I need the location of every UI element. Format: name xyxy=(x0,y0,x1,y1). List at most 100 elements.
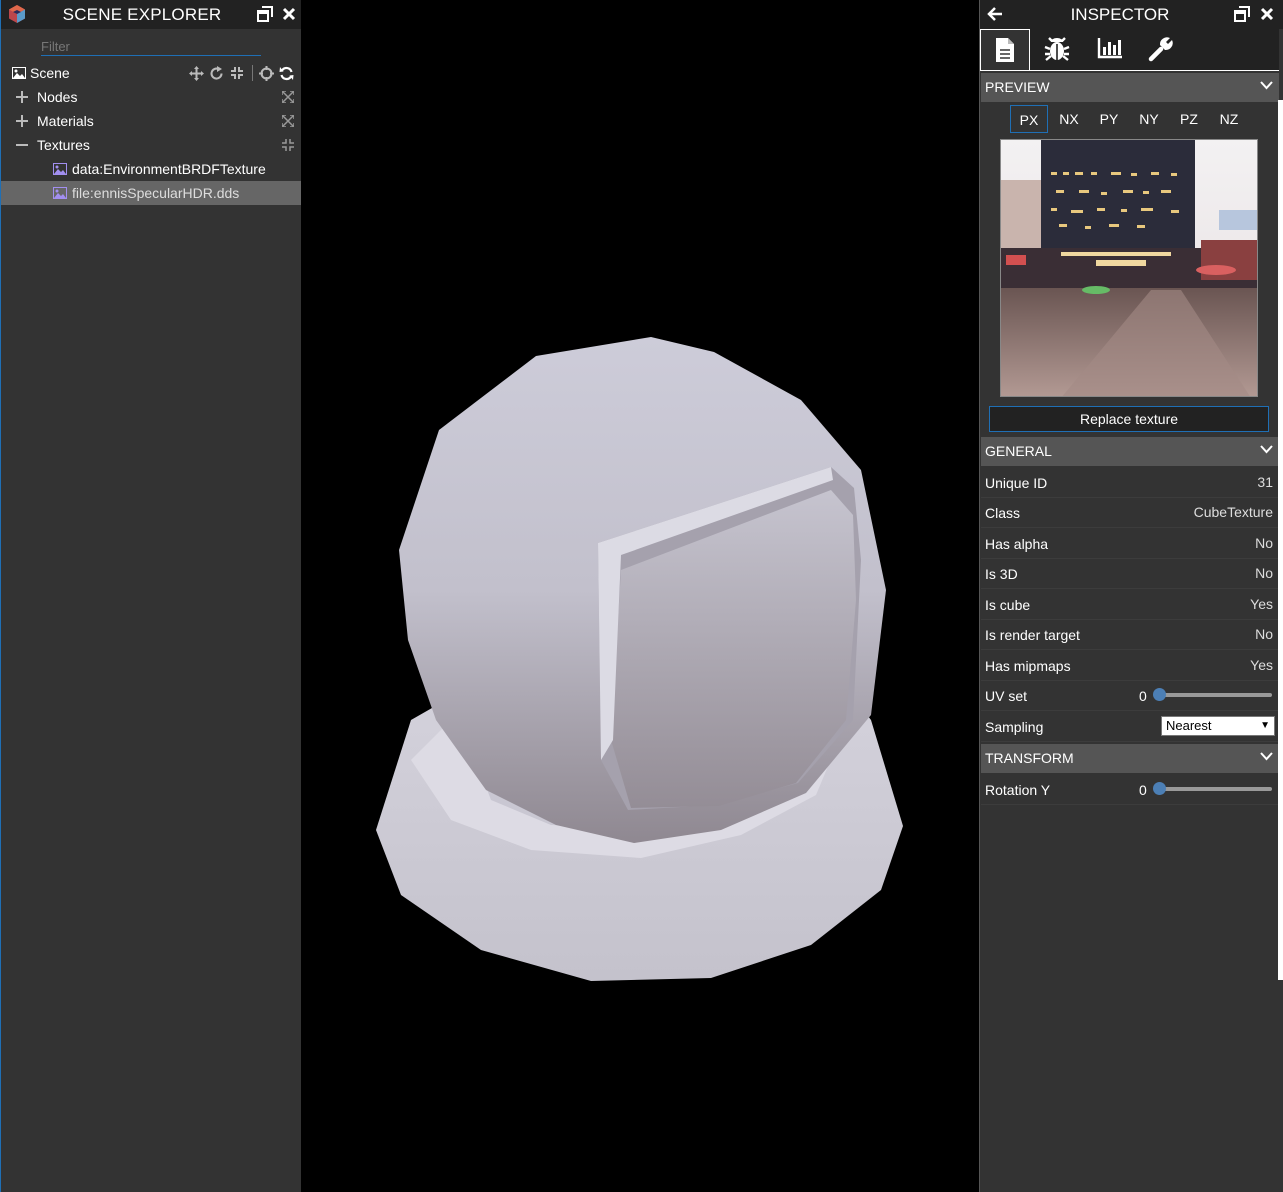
document-icon xyxy=(996,38,1014,62)
property-value: No xyxy=(1255,626,1273,642)
render-viewport[interactable] xyxy=(301,0,979,1192)
sampling-selected-value: Nearest xyxy=(1166,718,1212,733)
preview-header-label: PREVIEW xyxy=(985,79,1050,95)
tree-row-scene[interactable]: Scene xyxy=(1,61,301,85)
face-button-nx[interactable]: NX xyxy=(1050,105,1088,133)
face-button-nz[interactable]: NZ xyxy=(1210,105,1248,133)
general-section-header[interactable]: GENERAL xyxy=(981,437,1279,466)
collapse-minus-icon[interactable] xyxy=(16,144,28,146)
chevron-down-icon xyxy=(1260,752,1273,761)
expand-plus-icon[interactable] xyxy=(16,91,28,103)
property-label: Sampling xyxy=(985,719,1044,735)
filter-input[interactable] xyxy=(41,38,261,56)
property-row-unique-id: Unique ID 31 xyxy=(981,467,1279,498)
property-row-has-alpha: Has alpha No xyxy=(981,528,1279,559)
wrench-icon xyxy=(1148,37,1173,62)
property-label: UV set xyxy=(985,688,1028,704)
tree-row-materials[interactable]: Materials xyxy=(1,109,301,133)
texture-image-icon xyxy=(53,163,67,175)
property-row-is-3d: Is 3D No xyxy=(981,558,1279,589)
inspector-title: INSPECTOR xyxy=(1070,5,1170,24)
expand-plus-icon[interactable] xyxy=(16,115,28,127)
tree-row-nodes[interactable]: Nodes xyxy=(1,85,301,109)
property-label: Class xyxy=(985,505,1021,521)
close-icon[interactable] xyxy=(1260,6,1274,22)
tree-row-textures[interactable]: Textures xyxy=(1,133,301,157)
chevron-down-icon xyxy=(1260,445,1273,454)
explorer-title-bar: SCENE EXPLORER xyxy=(1,0,301,29)
texture-preview-image xyxy=(1000,139,1258,397)
tree-label-materials: Materials xyxy=(37,113,94,129)
tab-properties[interactable] xyxy=(980,29,1030,70)
transform-header-label: TRANSFORM xyxy=(985,750,1074,766)
tree-row-texture-selected[interactable]: file:ennisSpecularHDR.dds xyxy=(1,181,301,205)
rotation-y-value: 0 xyxy=(1139,782,1147,798)
popout-icon[interactable] xyxy=(257,6,273,22)
property-label: Is render target xyxy=(985,627,1080,643)
property-label: Is cube xyxy=(985,597,1031,613)
collapse-all-icon[interactable] xyxy=(282,139,294,151)
preview-section-header[interactable]: PREVIEW xyxy=(981,73,1279,102)
inspector-panel: INSPECTOR PREVIEW PX NX PY NY PZ NZ Repl… xyxy=(979,0,1283,1192)
property-row-class: Class CubeTexture xyxy=(981,497,1279,528)
statistics-icon xyxy=(1097,38,1122,59)
texture-label: data:EnvironmentBRDFTexture xyxy=(72,161,266,177)
expand-all-icon[interactable] xyxy=(282,115,294,127)
property-row-sampling: Sampling Nearest ▼ xyxy=(981,711,1279,742)
material-preview-sphere xyxy=(376,337,903,981)
tree-label-textures: Textures xyxy=(37,137,90,153)
property-row-rotation-y: Rotation Y 0 xyxy=(981,774,1279,805)
scale-gizmo-icon[interactable] xyxy=(230,66,244,80)
tab-tools[interactable] xyxy=(1136,29,1186,70)
target-icon[interactable] xyxy=(259,66,274,81)
property-value: 31 xyxy=(1257,474,1273,490)
chevron-down-icon xyxy=(1260,81,1273,90)
property-value: No xyxy=(1255,535,1273,551)
move-gizmo-icon[interactable] xyxy=(189,66,204,81)
property-value: CubeTexture xyxy=(1193,504,1273,520)
bug-icon xyxy=(1044,37,1070,61)
uv-set-value: 0 xyxy=(1139,688,1147,704)
face-button-py[interactable]: PY xyxy=(1090,105,1128,133)
scene-label: Scene xyxy=(30,65,70,81)
property-row-is-cube: Is cube Yes xyxy=(981,589,1279,620)
rotation-y-slider-thumb[interactable] xyxy=(1153,782,1166,795)
face-button-ny[interactable]: NY xyxy=(1130,105,1168,133)
face-button-px[interactable]: PX xyxy=(1010,105,1048,133)
property-value: No xyxy=(1255,565,1273,581)
tool-divider xyxy=(252,65,253,81)
filter-wrap xyxy=(41,38,263,56)
property-label: Has alpha xyxy=(985,536,1049,552)
tab-debug[interactable] xyxy=(1032,29,1082,70)
inspector-tabs xyxy=(980,29,1279,71)
refresh-icon[interactable] xyxy=(279,66,294,81)
texture-label: file:ennisSpecularHDR.dds xyxy=(72,185,240,201)
property-value: Yes xyxy=(1250,596,1273,612)
property-row-uv-set: UV set 0 xyxy=(981,680,1279,711)
texture-image-icon xyxy=(53,187,67,199)
scene-image-icon xyxy=(12,67,26,79)
replace-texture-button[interactable]: Replace texture xyxy=(989,406,1269,432)
property-label: Is 3D xyxy=(985,566,1018,582)
transform-section-header[interactable]: TRANSFORM xyxy=(981,744,1279,773)
uv-set-slider-track[interactable] xyxy=(1159,693,1272,697)
rotate-gizmo-icon[interactable] xyxy=(209,66,224,81)
general-header-label: GENERAL xyxy=(985,443,1052,459)
rotation-y-slider-track[interactable] xyxy=(1159,787,1272,791)
face-button-pz[interactable]: PZ xyxy=(1170,105,1208,133)
uv-set-slider-thumb[interactable] xyxy=(1153,688,1166,701)
expand-all-icon[interactable] xyxy=(282,91,294,103)
property-row-is-render-target: Is render target No xyxy=(981,619,1279,650)
property-label: Has mipmaps xyxy=(985,658,1071,674)
close-icon[interactable] xyxy=(282,6,296,22)
tree-label-nodes: Nodes xyxy=(37,89,78,105)
inspector-title-bar: INSPECTOR xyxy=(980,0,1283,29)
tab-statistics[interactable] xyxy=(1084,29,1134,70)
popout-icon[interactable] xyxy=(1234,6,1250,22)
property-row-has-mipmaps: Has mipmaps Yes xyxy=(981,650,1279,681)
sampling-select[interactable]: Nearest ▼ xyxy=(1161,716,1275,736)
dropdown-arrow-icon: ▼ xyxy=(1260,720,1270,731)
property-value: Yes xyxy=(1250,657,1273,673)
explorer-title: SCENE EXPLORER xyxy=(62,5,222,24)
tree-row-texture[interactable]: data:EnvironmentBRDFTexture xyxy=(1,157,301,181)
